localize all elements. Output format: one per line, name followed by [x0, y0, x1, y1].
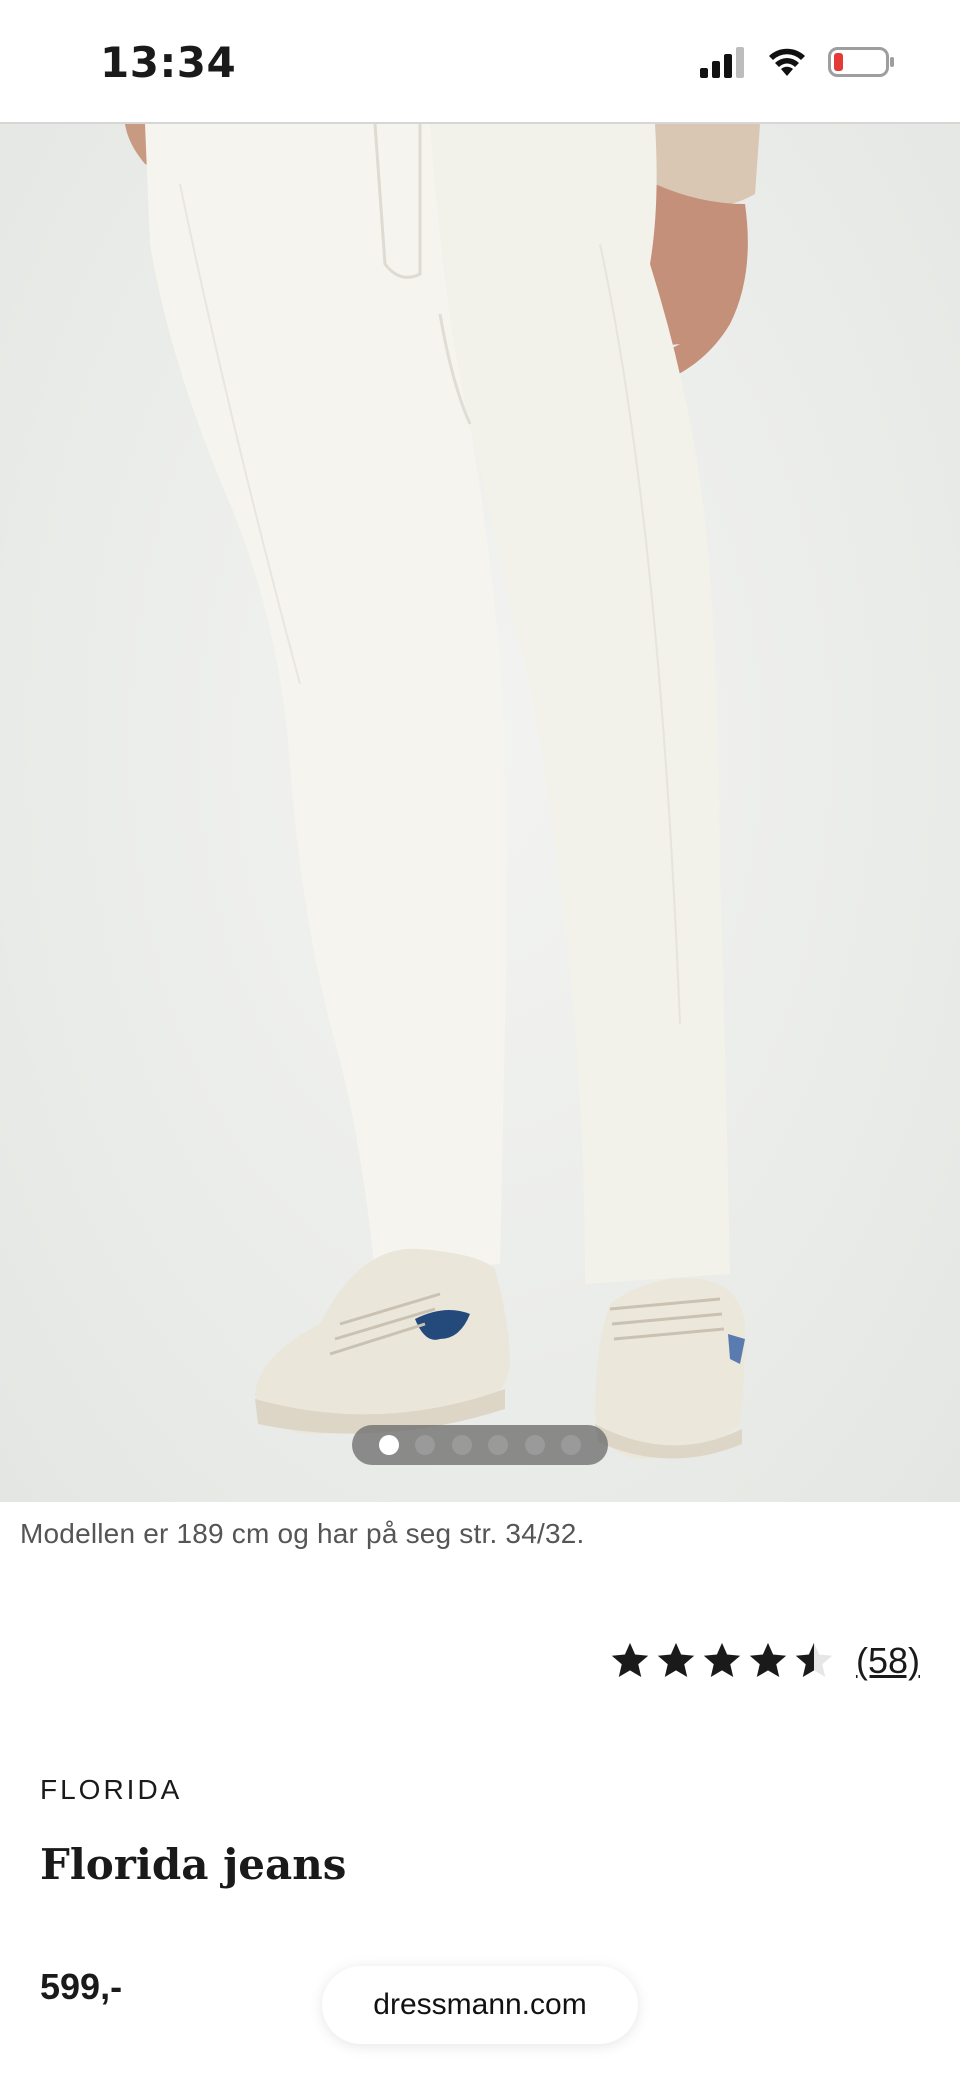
star-filled-icon [749, 1642, 787, 1678]
gallery-dot-3[interactable] [451, 1435, 472, 1455]
status-time: 13:34 [100, 38, 237, 87]
star-filled-icon [657, 1642, 695, 1678]
gallery-dot-2[interactable] [415, 1435, 436, 1455]
review-count-link[interactable]: (58) [856, 1640, 920, 1682]
product-image-gallery[interactable] [0, 124, 960, 1502]
status-bar: 13:34 [0, 0, 960, 124]
star-filled-icon [611, 1642, 649, 1678]
product-photo [125, 124, 760, 1459]
model-size-note: Modellen er 189 cm og har på seg str. 34… [20, 1518, 585, 1549]
star-half-icon [795, 1642, 833, 1678]
rating-stars [610, 1642, 834, 1680]
battery-low-icon [828, 47, 894, 77]
product-price: 599,- [40, 1966, 123, 2007]
gallery-dot-6[interactable] [561, 1435, 582, 1455]
product-brand[interactable]: FLORIDA [40, 1774, 182, 1806]
gallery-dot-5[interactable] [524, 1435, 545, 1455]
gallery-dot-1[interactable] [378, 1435, 399, 1455]
gallery-pagination [352, 1425, 608, 1465]
wifi-icon [769, 48, 805, 76]
star-filled-icon [703, 1642, 741, 1678]
product-rating[interactable]: (58) [610, 1640, 920, 1682]
status-icons [698, 46, 896, 78]
browser-url-bar[interactable]: dressmann.com [322, 1966, 638, 2044]
cellular-signal-icon [700, 47, 744, 78]
url-text: dressmann.com [373, 1988, 587, 2021]
product-title: Florida jeans [40, 1840, 347, 1889]
gallery-dot-4[interactable] [488, 1435, 509, 1455]
